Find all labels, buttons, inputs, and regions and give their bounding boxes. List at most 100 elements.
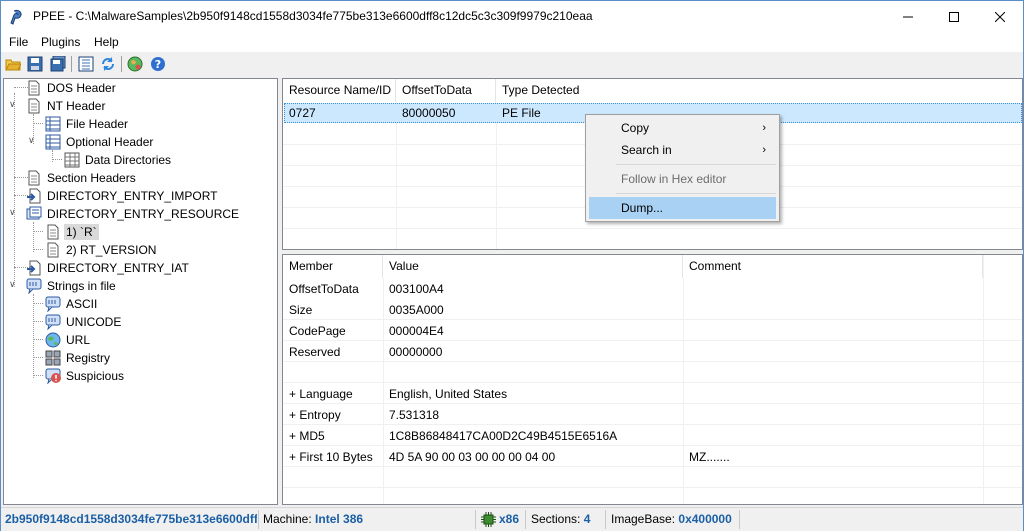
detail-member-cell: + MD5 bbox=[289, 429, 325, 443]
column-header-value[interactable]: Value bbox=[383, 255, 683, 278]
resource-name-cell: 0727 bbox=[289, 106, 316, 120]
tree-connector bbox=[33, 375, 43, 376]
document-icon bbox=[47, 242, 59, 258]
tree-connector bbox=[33, 222, 34, 252]
plugins-button[interactable] bbox=[126, 55, 144, 73]
detail-comment-cell bbox=[683, 279, 983, 300]
help-button[interactable]: ? bbox=[149, 55, 167, 73]
column-header-member[interactable]: Member bbox=[283, 255, 383, 278]
warning-strings-icon bbox=[45, 368, 61, 384]
detail-member-cell: CodePage bbox=[289, 324, 346, 338]
detail-value-cell: 7.531318 bbox=[389, 408, 440, 422]
column-header-offset[interactable]: OffsetToData bbox=[396, 79, 496, 102]
tree-item-directory-iat[interactable]: DIRECTORY_ENTRY_IAT bbox=[26, 259, 191, 277]
save-all-icon bbox=[50, 56, 66, 72]
tree-item-resource-r[interactable]: 1) `R` bbox=[45, 223, 99, 241]
resource-offset-cell: 80000050 bbox=[402, 106, 456, 120]
tree-connector bbox=[14, 93, 15, 287]
tree-item-file-header[interactable]: File Header bbox=[45, 115, 130, 133]
close-icon bbox=[995, 11, 1005, 22]
window-title: PPEE - C:\MalwareSamples\2b950f9148cd155… bbox=[33, 9, 593, 23]
tree-item-data-directories[interactable]: Data Directories bbox=[64, 151, 173, 169]
tree-item-resource-version[interactable]: 2) RT_VERSION bbox=[45, 241, 158, 259]
status-separator bbox=[525, 510, 526, 529]
menu-item-search-in[interactable]: Search in › bbox=[589, 139, 776, 161]
status-machine: Machine: Intel 386 bbox=[263, 512, 364, 526]
detail-comment-cell bbox=[683, 426, 983, 447]
minimize-button[interactable] bbox=[885, 1, 931, 32]
tree-item-directory-resource[interactable]: DIRECTORY_ENTRY_RESOURCE bbox=[26, 205, 241, 223]
save-button[interactable] bbox=[26, 55, 44, 73]
expand-chevron-icon[interactable]: ∨ bbox=[28, 135, 35, 146]
app-window: PPEE - C:\MalwareSamples\2b950f9148cd155… bbox=[0, 0, 1024, 531]
tree-connector bbox=[33, 357, 43, 358]
hex-grid-icon bbox=[78, 56, 94, 72]
expand-chevron-icon[interactable]: ∨ bbox=[9, 207, 16, 218]
menu-item-dump[interactable]: Dump... bbox=[589, 197, 776, 219]
detail-value-cell bbox=[383, 363, 683, 384]
table-icon bbox=[45, 134, 61, 150]
menu-help[interactable]: Help bbox=[94, 35, 119, 49]
detail-member-cell bbox=[283, 363, 383, 384]
import-document-icon bbox=[27, 188, 41, 204]
tree-item-dos-header[interactable]: DOS Header bbox=[26, 79, 118, 97]
table-row[interactable] bbox=[283, 467, 1022, 488]
detail-comment-cell bbox=[683, 300, 983, 321]
tree-item-section-headers[interactable]: Section Headers bbox=[26, 169, 138, 187]
details-table[interactable]: Member Value Comment OffsetToData 003100A… bbox=[282, 254, 1023, 505]
detail-value-cell: 003100A4 bbox=[389, 282, 444, 296]
menu-separator bbox=[616, 193, 776, 194]
grid-icon bbox=[64, 152, 80, 168]
tree-item-registry[interactable]: Registry bbox=[45, 349, 112, 367]
open-button[interactable] bbox=[4, 55, 22, 73]
maximize-icon bbox=[949, 11, 959, 22]
menu-plugins[interactable]: Plugins bbox=[41, 35, 80, 49]
status-imagebase: ImageBase: 0x400000 bbox=[611, 512, 732, 526]
status-bar: 2b950f9148cd1558d3034fe775be313e6600dff8… bbox=[1, 507, 1023, 531]
chevron-right-icon: › bbox=[762, 122, 766, 134]
expand-chevron-icon[interactable]: ∨ bbox=[9, 279, 16, 290]
column-header-comment[interactable]: Comment bbox=[683, 255, 983, 278]
detail-value-cell: 000004E4 bbox=[389, 324, 444, 338]
tree-item-directory-import[interactable]: DIRECTORY_ENTRY_IMPORT bbox=[26, 187, 219, 205]
detail-member-cell: + First 10 Bytes bbox=[289, 450, 373, 464]
status-sections: Sections: 4 bbox=[531, 512, 591, 526]
maximize-button[interactable] bbox=[931, 1, 977, 32]
menu-bar: File Plugins Help bbox=[1, 32, 1023, 52]
cpu-chip-icon bbox=[481, 512, 496, 527]
refresh-icon bbox=[102, 57, 114, 71]
tree-item-ascii[interactable]: ASCII bbox=[45, 295, 99, 313]
expand-chevron-icon[interactable]: ∨ bbox=[9, 99, 16, 110]
detail-value-cell: 0035A000 bbox=[389, 303, 444, 317]
tree-item-suspicious[interactable]: Suspicious bbox=[45, 367, 126, 385]
refresh-button[interactable] bbox=[99, 55, 117, 73]
tree-connector bbox=[33, 321, 43, 322]
menu-file[interactable]: File bbox=[9, 35, 28, 49]
structure-tree[interactable]: ∨ ∨ ∨ ∨ DOS Header NT Header File Header… bbox=[3, 78, 278, 505]
tree-item-unicode[interactable]: UNICODE bbox=[45, 313, 123, 331]
menu-separator bbox=[616, 164, 776, 165]
tree-item-strings[interactable]: Strings in file bbox=[26, 277, 118, 295]
column-header-type[interactable]: Type Detected bbox=[496, 79, 1022, 102]
status-separator bbox=[258, 510, 259, 529]
registry-icon bbox=[45, 350, 61, 366]
status-file-hash: 2b950f9148cd1558d3034fe775be313e6600dff8… bbox=[5, 512, 257, 526]
tree-connector bbox=[33, 249, 43, 250]
tree-item-optional-header[interactable]: Optional Header bbox=[45, 133, 155, 151]
detail-member-cell: + Language bbox=[289, 387, 353, 401]
strings-icon bbox=[45, 314, 61, 330]
menu-item-copy[interactable]: Copy › bbox=[589, 117, 776, 139]
column-header-resource-name[interactable]: Resource Name/ID bbox=[283, 79, 396, 102]
tree-item-nt-header[interactable]: NT Header bbox=[26, 97, 107, 115]
context-menu: Copy › Search in › Follow in Hex editor … bbox=[585, 114, 780, 222]
save-all-button[interactable] bbox=[49, 55, 67, 73]
menu-item-follow-hex[interactable]: Follow in Hex editor bbox=[589, 168, 776, 190]
hex-view-button[interactable] bbox=[77, 55, 95, 73]
tree-connector bbox=[33, 303, 43, 304]
close-button[interactable] bbox=[977, 1, 1023, 32]
toolbar: ? bbox=[1, 52, 1023, 76]
detail-member-cell: + Entropy bbox=[289, 408, 341, 422]
tree-item-url[interactable]: URL bbox=[45, 331, 92, 349]
detail-member-cell: Size bbox=[289, 303, 313, 317]
detail-comment-cell bbox=[683, 342, 983, 363]
